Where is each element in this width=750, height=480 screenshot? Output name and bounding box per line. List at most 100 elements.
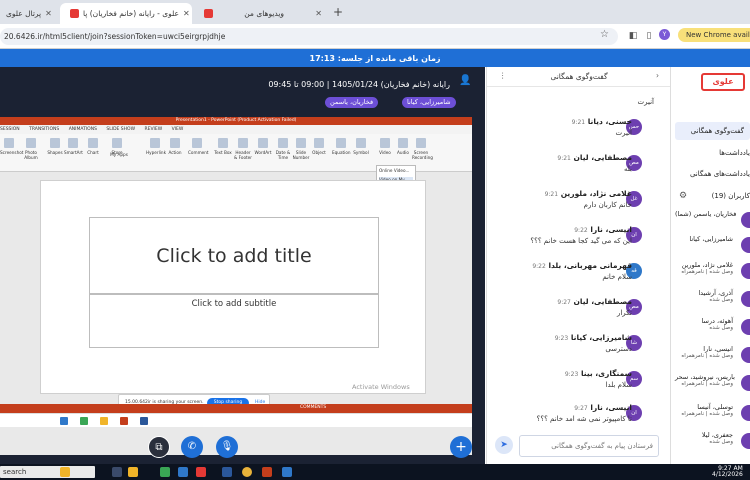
share-screen-button[interactable]: ⧉ bbox=[148, 436, 170, 458]
hyperlink-icon bbox=[150, 138, 160, 148]
browser-tab-session[interactable]: علوی - رایانه (خانم فخاریان) پا ✕ bbox=[60, 3, 192, 24]
user-name: جعفری، لیلا bbox=[701, 431, 733, 439]
ribbon-button[interactable]: Hyperlink bbox=[146, 138, 166, 155]
ribbon-button[interactable]: SmartArt bbox=[64, 138, 83, 155]
clock-date: 4/12/2026 bbox=[712, 471, 743, 478]
site-favicon-icon bbox=[204, 9, 213, 18]
user-list-item[interactable]: آذری، آرشیدا وصل شده bbox=[675, 289, 750, 311]
close-icon[interactable]: ✕ bbox=[315, 9, 322, 18]
phone-button[interactable]: ✆ bbox=[181, 436, 203, 458]
close-icon[interactable]: ✕ bbox=[183, 9, 190, 18]
ribbon-button[interactable]: Slide Number bbox=[292, 138, 310, 160]
user-list-item[interactable]: غلامی نژاد، ملورین وصل شده | نامرهمراه bbox=[675, 261, 750, 283]
ribbon-button[interactable]: Action bbox=[166, 138, 184, 155]
microphone-button[interactable]: 🎙 bbox=[216, 436, 238, 458]
message-time: 9:21 bbox=[557, 155, 571, 162]
ribbon-button[interactable]: Equation bbox=[332, 138, 351, 155]
ribbon-tab[interactable]: VIEW bbox=[172, 127, 184, 132]
session-time-banner: زمان باقی مانده از جلسه: 17:13 bbox=[0, 49, 750, 67]
user-avatar bbox=[741, 237, 750, 253]
header-footer-icon bbox=[238, 138, 248, 148]
address-bar[interactable]: 20.6426.ir/html5client/join?sessionToken… bbox=[0, 28, 618, 45]
ribbon-button[interactable]: Comment bbox=[188, 138, 209, 155]
ribbon-button[interactable]: WordArt bbox=[254, 138, 272, 155]
user-name: توسلی، آنیسا bbox=[697, 403, 733, 411]
ribbon-button[interactable]: Audio bbox=[394, 138, 412, 155]
ribbon-button[interactable]: Shapes bbox=[46, 138, 64, 155]
chat-message: 9:27 انیسی، نارا تا کامپیوتر نمی شه امد … bbox=[504, 403, 654, 423]
ribbon-tab[interactable]: REVIEW bbox=[144, 127, 162, 132]
extensions-icon[interactable]: ◧ bbox=[628, 31, 638, 41]
ribbon-button[interactable]: Symbol bbox=[352, 138, 370, 155]
menu-item-online-video[interactable]: Online Video... bbox=[379, 168, 413, 173]
user-list-item[interactable]: جعفری، لیلا وصل شده bbox=[675, 431, 750, 453]
message-text: سلام خانم bbox=[602, 273, 632, 281]
taskbar-clock[interactable]: 9:27 AM 4/12/2026 bbox=[712, 466, 743, 478]
screen-recording-icon bbox=[416, 138, 426, 148]
message-sender: شامیرزایی، کیانا bbox=[570, 333, 632, 342]
actions-plus-button[interactable]: + bbox=[450, 436, 472, 458]
powerpoint-icon[interactable] bbox=[262, 467, 272, 477]
user-list-item[interactable]: توسلی، آنیسا وصل شده | نامرهمراه bbox=[675, 403, 750, 425]
user-list-item[interactable]: آهوئه، درسا وصل شده bbox=[675, 317, 750, 339]
app-icon[interactable] bbox=[282, 467, 292, 477]
site-favicon-icon bbox=[70, 9, 79, 18]
nav-item-notes[interactable]: یادداشت‌ها bbox=[719, 149, 750, 157]
bookmark-star-icon[interactable]: ☆ bbox=[600, 29, 609, 40]
message-time: 9:23 bbox=[564, 371, 579, 378]
chevron-right-icon[interactable]: › bbox=[656, 71, 659, 80]
user-list-item[interactable]: انیسی، نارا وصل شده | نامرهمراه bbox=[675, 345, 750, 367]
app-icon[interactable] bbox=[160, 467, 170, 477]
split-view-icon[interactable]: ▯ bbox=[644, 31, 654, 41]
gear-icon[interactable]: ⚙ bbox=[679, 191, 687, 201]
message-sender: غلامی نژاد، ملورین bbox=[560, 189, 632, 198]
profile-avatar-icon[interactable]: Y bbox=[659, 29, 670, 40]
close-icon[interactable]: ✕ bbox=[45, 9, 52, 18]
ribbon-button[interactable]: Photo Album bbox=[22, 138, 40, 160]
browser-tab-portal[interactable]: پرتال علوی ✕ bbox=[0, 3, 60, 24]
new-chrome-available-button[interactable]: New Chrome availab bbox=[678, 28, 750, 42]
ribbon-button[interactable]: Date & Time bbox=[274, 138, 292, 160]
user-status: وصل شده | نامرهمراه bbox=[681, 381, 733, 387]
user-list-item[interactable]: شامیرزایی، کیانا bbox=[675, 235, 750, 257]
ribbon-tab[interactable]: ANIMATIONS bbox=[69, 127, 97, 132]
user-list-item[interactable]: فخاریان، یاسمن (شما) bbox=[675, 210, 750, 232]
task-view-icon[interactable] bbox=[112, 467, 122, 477]
title-placeholder[interactable]: Click to add title bbox=[89, 217, 379, 294]
ribbon-button[interactable]: Object bbox=[310, 138, 328, 155]
ribbon-tab[interactable]: SESSION bbox=[0, 127, 20, 132]
send-message-button[interactable]: ➤ bbox=[495, 436, 513, 454]
comments-label[interactable]: COMMENTS bbox=[300, 405, 326, 410]
user-icon[interactable]: 👤 bbox=[459, 75, 471, 86]
ribbon-button[interactable]: Text Box bbox=[214, 138, 232, 155]
app-icon[interactable] bbox=[196, 467, 206, 477]
ribbon-button[interactable]: Chart bbox=[84, 138, 102, 155]
file-explorer-icon[interactable] bbox=[128, 467, 138, 477]
widget-icon[interactable] bbox=[60, 467, 70, 477]
ribbon-tab[interactable]: SLIDE SHOW bbox=[106, 127, 135, 132]
more-options-icon[interactable]: ⋮ bbox=[499, 71, 507, 80]
chat-message: 9:21 غلامی نژاد، ملورین خانم کاربان دارم bbox=[504, 189, 654, 209]
screen-share-icon: ⧉ bbox=[155, 442, 163, 453]
ribbon-button[interactable]: Screen Recording bbox=[412, 138, 433, 160]
taskbar-search-input[interactable]: search bbox=[0, 466, 95, 478]
ribbon-button[interactable]: Video bbox=[376, 138, 394, 155]
chat-message-input[interactable]: فرستادن پیام به گفت‌وگوی همگانی bbox=[519, 435, 659, 457]
nav-item-shared-notes[interactable]: یادداشت‌های همگانی bbox=[690, 170, 750, 178]
app-icon[interactable] bbox=[178, 467, 188, 477]
new-tab-icon[interactable]: + bbox=[333, 5, 343, 19]
browser-tab-videos[interactable]: ویدیوهای من ✕ bbox=[194, 3, 328, 24]
chart-icon bbox=[88, 138, 98, 148]
ribbon-button[interactable]: Header & Footer bbox=[234, 138, 252, 160]
nav-item-public-chat[interactable]: گفت‌وگوی همگانی bbox=[675, 122, 750, 140]
user-name: غلامی نژاد، ملورین bbox=[681, 261, 733, 269]
user-list-item[interactable]: باریس، نیروشید، سحر وصل شده | نامرهمراه bbox=[675, 373, 750, 395]
subtitle-placeholder[interactable]: Click to add subtitle bbox=[89, 294, 379, 348]
app-icon bbox=[80, 417, 88, 425]
ribbon-button[interactable]: My Apps bbox=[110, 152, 128, 157]
slide-number-icon bbox=[296, 138, 306, 148]
chrome-icon[interactable] bbox=[242, 467, 252, 477]
ribbon-button[interactable]: Screenshot bbox=[0, 138, 23, 155]
app-icon[interactable] bbox=[222, 467, 232, 477]
ribbon-tab[interactable]: TRANSITIONS bbox=[29, 127, 59, 132]
